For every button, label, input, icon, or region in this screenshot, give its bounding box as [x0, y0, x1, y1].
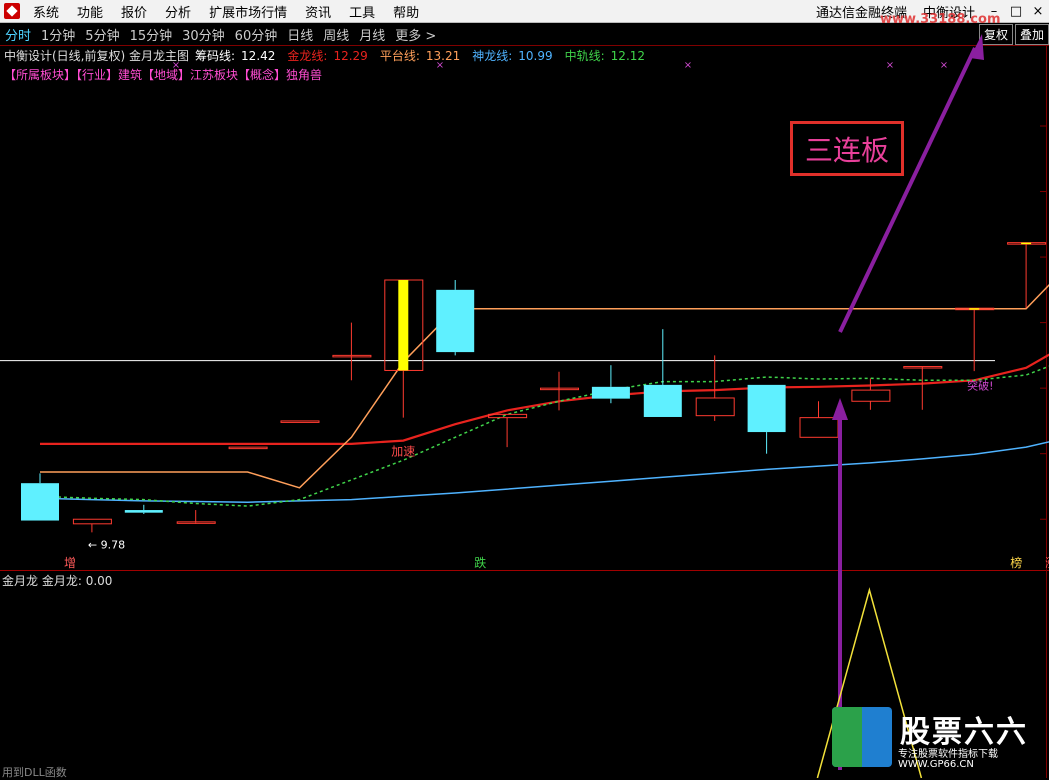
top-signal-mark: ×: [172, 60, 180, 71]
candle-body: [799, 417, 839, 438]
candle-body: [488, 413, 528, 419]
limit-up-marker: [398, 280, 409, 371]
signal-tag: 涨: [1045, 555, 1049, 570]
accelerate-label: 加速: [391, 445, 415, 459]
golden-dragon-line: [40, 353, 1049, 445]
candle-body: [747, 384, 786, 433]
candle-body: [21, 483, 59, 521]
top-signal-mark: ×: [436, 60, 444, 71]
candle-body: [280, 420, 320, 423]
top-signal-mark: ×: [940, 60, 948, 71]
brand-slogan: 专注股票软件指标下载: [898, 749, 998, 760]
candle-body: [643, 384, 682, 417]
limit-up-marker: [1021, 242, 1032, 245]
limit-up-marker: [969, 308, 980, 310]
trend-arrow: [838, 47, 977, 333]
trend-arrow-head: [970, 34, 984, 60]
brand-logo-icon: [832, 707, 892, 767]
signal-arrow-head: [832, 398, 848, 420]
platform-line: [40, 284, 1049, 489]
sub-panel-header: 金月龙 金月龙: 0.00: [2, 572, 112, 589]
candle-body: [695, 397, 735, 417]
signal-tag: 增: [64, 556, 76, 570]
top-signal-mark: ×: [684, 60, 692, 71]
brand-url: WWW.GP66.CN: [898, 759, 974, 770]
candle-body: [436, 289, 475, 353]
top-signal-mark: ×: [886, 60, 894, 71]
middle-band-line: [39, 365, 1049, 507]
kline-chart[interactable]: ×××××← 16.41← 9.78加速突破!增跌榜涨: [0, 0, 1049, 778]
candle-body: [591, 386, 630, 399]
candle-body: [72, 518, 112, 525]
sub-panel-value-label: 金月龙:: [41, 574, 82, 588]
low-price-label: ← 9.78: [88, 538, 125, 551]
annotation-box: 三连板: [790, 121, 904, 176]
candle-body: [228, 446, 268, 450]
breakout-label: 突破!: [967, 378, 993, 392]
brand-logo: 股票六六 专注股票软件指标下载 WWW.GP66.CN: [832, 707, 1044, 771]
sub-panel-value: 0.00: [85, 574, 113, 588]
candle-body: [851, 389, 891, 402]
signal-tag: 跌: [474, 555, 486, 570]
signal-tag: 榜: [1010, 555, 1022, 570]
candle-body: [124, 510, 163, 513]
sub-panel-title: 金月龙: [2, 574, 39, 588]
divine-dragon-line: [39, 441, 1049, 503]
